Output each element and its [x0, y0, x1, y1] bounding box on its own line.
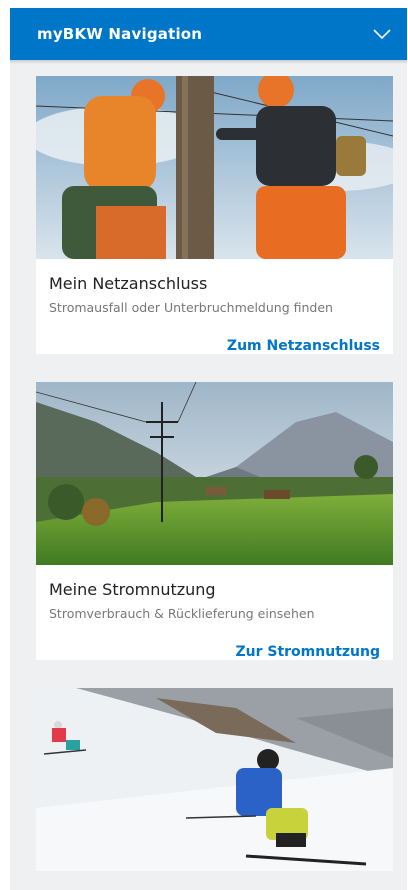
- card-title: Meine Stromnutzung: [49, 580, 216, 599]
- linemen-on-pole-photo: [36, 76, 393, 259]
- nav-title: myBKW Navigation: [37, 25, 203, 43]
- card-subtitle: Stromausfall oder Unterbruchmeldung find…: [49, 300, 333, 315]
- nav-shadow: [10, 60, 407, 64]
- stromnutzung-link[interactable]: Zur Stromnutzung: [49, 644, 380, 660]
- nav-bar[interactable]: myBKW Navigation: [10, 8, 407, 60]
- chevron-down-icon[interactable]: [373, 28, 391, 40]
- power-line-valley-photo: [36, 382, 393, 565]
- card-netzanschluss[interactable]: Mein Netzanschluss Stromausfall oder Unt…: [36, 76, 393, 354]
- card-stromnutzung[interactable]: Meine Stromnutzung Stromverbrauch & Rück…: [36, 382, 393, 660]
- main-content[interactable]: Mein Netzanschluss Stromausfall oder Unt…: [10, 60, 407, 890]
- skiers-on-slope-photo: [36, 688, 393, 871]
- card-title: Mein Netzanschluss: [49, 274, 208, 293]
- card-skiing[interactable]: [36, 688, 393, 871]
- card-subtitle: Stromverbrauch & Rücklieferung einsehen: [49, 606, 315, 621]
- netzanschluss-link[interactable]: Zum Netzanschluss: [49, 338, 380, 354]
